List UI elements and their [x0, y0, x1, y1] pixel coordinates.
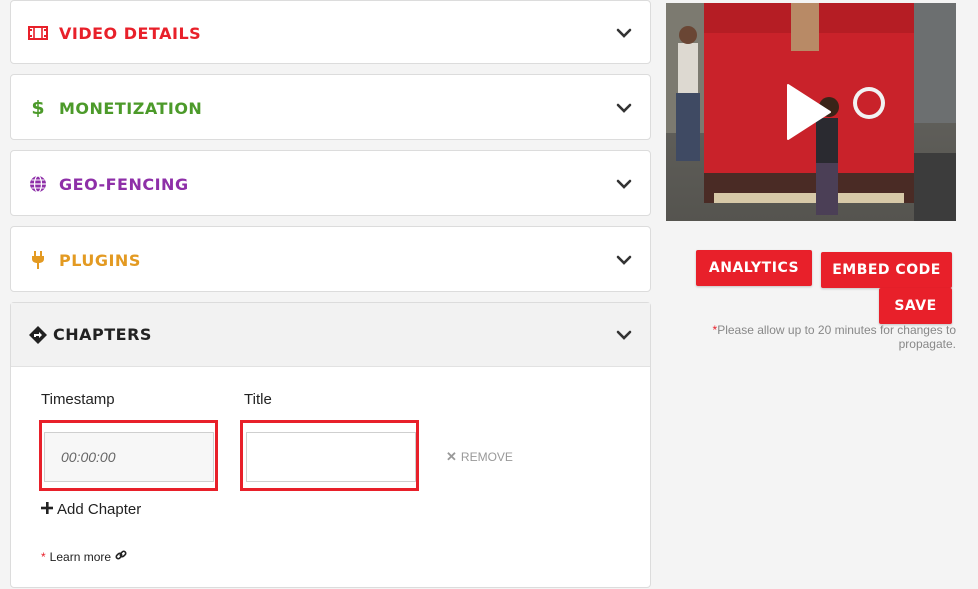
- plugins-panel: PLUGINS: [10, 226, 651, 292]
- globe-icon: [27, 173, 49, 195]
- chevron-down-icon[interactable]: [614, 250, 634, 270]
- chevron-down-icon[interactable]: [614, 325, 634, 345]
- plus-icon: [41, 501, 53, 518]
- timestamp-input[interactable]: 00:00:00: [44, 432, 214, 482]
- monetization-panel: $ MONETIZATION: [10, 74, 651, 140]
- chevron-down-icon[interactable]: [614, 174, 634, 194]
- remove-label: REMOVE: [460, 450, 513, 464]
- propagation-note: *Please allow up to 20 minutes for chang…: [700, 323, 956, 351]
- geo-fencing-header[interactable]: GEO-FENCING: [11, 151, 650, 217]
- plugins-header[interactable]: PLUGINS: [11, 227, 650, 293]
- add-chapter-button[interactable]: Add Chapter: [41, 501, 141, 518]
- title-input[interactable]: [246, 432, 416, 482]
- geo-fencing-label: GEO-FENCING: [59, 174, 189, 194]
- chevron-down-icon[interactable]: [614, 98, 634, 118]
- plugins-label: PLUGINS: [59, 250, 141, 270]
- analytics-button[interactable]: ANALYTICS: [696, 250, 812, 286]
- required-star: *: [41, 549, 46, 564]
- learn-more-link[interactable]: * Learn more: [41, 549, 127, 564]
- add-chapter-label: Add Chapter: [57, 501, 142, 518]
- video-details-label: VIDEO DETAILS: [59, 23, 202, 43]
- learn-more-label: Learn more: [49, 549, 112, 564]
- video-player[interactable]: [666, 3, 956, 221]
- plug-icon: [27, 249, 49, 271]
- remove-button[interactable]: ✕ REMOVE: [446, 449, 513, 465]
- timestamp-label: Timestamp: [41, 391, 115, 408]
- video-details-panel: VIDEO DETAILS: [10, 0, 651, 64]
- directions-sign-icon: [27, 324, 49, 346]
- chapters-label: CHAPTERS: [53, 325, 152, 344]
- film-icon: [27, 22, 49, 44]
- video-thumbnail: [666, 3, 956, 221]
- close-icon: ✕: [446, 449, 457, 464]
- note-text: Please allow up to 20 minutes for change…: [717, 323, 956, 351]
- video-details-header[interactable]: VIDEO DETAILS: [11, 1, 650, 65]
- title-label: Title: [244, 391, 272, 408]
- geo-fencing-panel: GEO-FENCING: [10, 150, 651, 216]
- chapters-header[interactable]: CHAPTERS: [11, 303, 650, 367]
- embed-code-button[interactable]: EMBED CODE: [821, 252, 952, 288]
- link-icon: [115, 549, 127, 564]
- chevron-down-icon[interactable]: [614, 23, 634, 43]
- monetization-label: MONETIZATION: [59, 98, 203, 118]
- chapters-panel: CHAPTERS Timestamp Title 00:00:00 ✕ REMO…: [10, 302, 651, 588]
- dollar-icon: $: [31, 97, 45, 119]
- monetization-header[interactable]: $ MONETIZATION: [11, 75, 650, 141]
- save-button[interactable]: SAVE: [879, 288, 952, 324]
